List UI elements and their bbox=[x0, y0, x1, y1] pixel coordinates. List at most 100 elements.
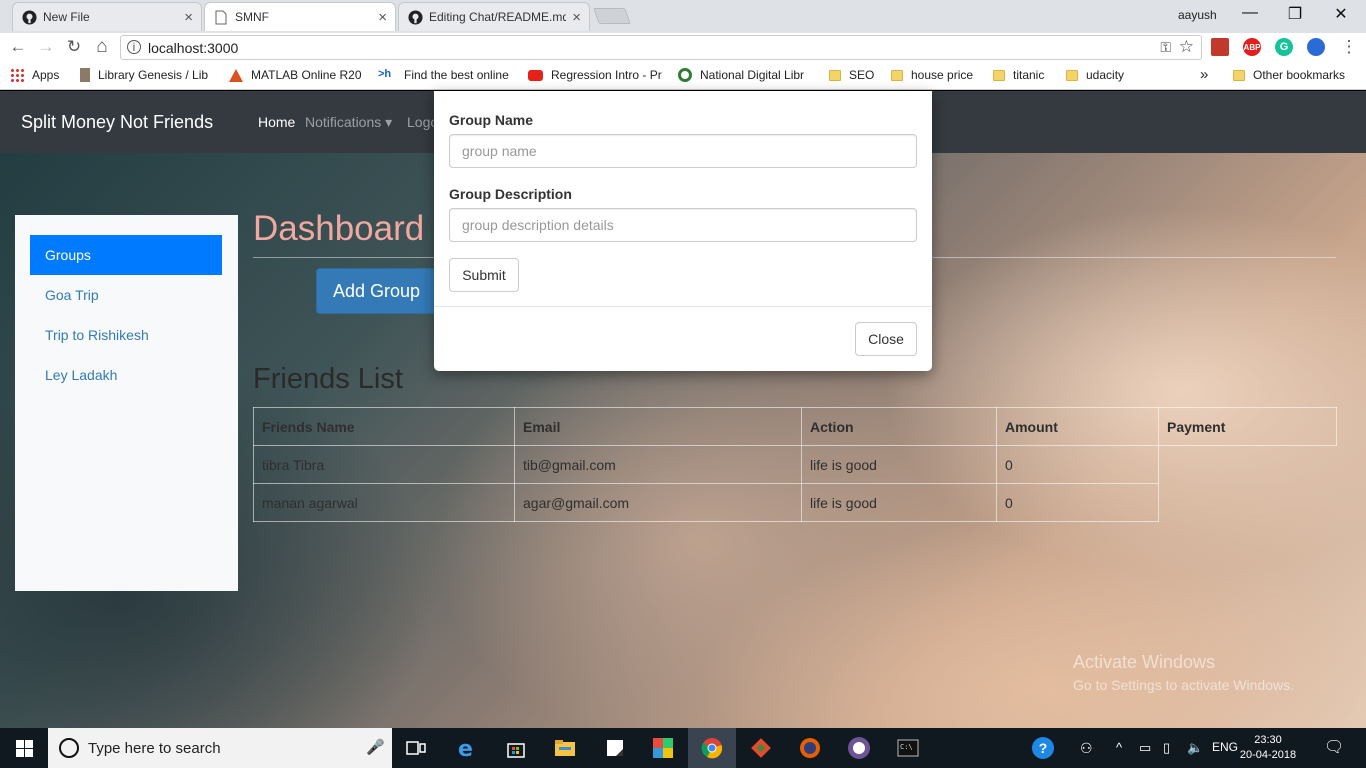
bookmarks-overflow-icon[interactable]: » bbox=[1200, 66, 1208, 83]
folder-icon bbox=[1233, 69, 1245, 81]
reload-icon[interactable]: ↻ bbox=[63, 38, 85, 56]
menu-icon[interactable]: ⋮ bbox=[1338, 38, 1360, 56]
cell-friend-name: manan agarwal bbox=[253, 483, 515, 522]
tab-editing-readme[interactable]: Editing Chat/README.md × bbox=[398, 2, 590, 31]
bookmark-label: titanic bbox=[1013, 68, 1045, 82]
sticky-notes-icon[interactable] bbox=[603, 736, 627, 760]
bookmark-national-digital-library[interactable]: National Digital Libr bbox=[678, 68, 804, 82]
activate-windows-subtitle: Go to Settings to activate Windows. bbox=[1073, 677, 1294, 693]
people-icon[interactable]: ⚇ bbox=[1080, 740, 1093, 757]
grammarly-icon[interactable]: G bbox=[1275, 38, 1293, 56]
microphone-icon[interactable]: 🎤 bbox=[366, 738, 385, 756]
folder-icon bbox=[993, 69, 1005, 81]
navbar-brand[interactable]: Split Money Not Friends bbox=[21, 112, 213, 133]
sidebar-item-groups[interactable]: Groups bbox=[30, 235, 222, 275]
bookmark-regression-intro[interactable]: Regression Intro - Pr bbox=[528, 68, 662, 82]
group-name-input[interactable] bbox=[449, 134, 917, 168]
close-tab-icon[interactable]: × bbox=[378, 9, 387, 26]
notifications-icon[interactable]: 🗨 bbox=[1324, 737, 1344, 757]
nav-notifications[interactable]: Notifications ▾ bbox=[305, 114, 392, 131]
restore-icon[interactable]: ❐ bbox=[1280, 4, 1310, 24]
group-description-label: Group Description bbox=[449, 186, 572, 202]
apps-icon bbox=[10, 68, 24, 82]
home-icon[interactable]: ⌂ bbox=[91, 37, 113, 56]
bookmarks-bar: Apps Library Genesis / Lib MATLAB Online… bbox=[0, 62, 1366, 90]
add-group-button[interactable]: Add Group bbox=[316, 268, 437, 314]
close-window-icon[interactable]: ✕ bbox=[1326, 4, 1356, 24]
cell-friend-name: tibra Tibra bbox=[253, 445, 515, 484]
bookmark-apps[interactable]: Apps bbox=[10, 68, 59, 82]
git-kraken-icon[interactable] bbox=[749, 736, 773, 760]
site-info-icon[interactable]: i bbox=[127, 40, 141, 54]
chrome-icon[interactable] bbox=[700, 736, 724, 760]
sidebar-item-trip-to-rishikesh[interactable]: Trip to Rishikesh bbox=[30, 315, 222, 355]
close-tab-icon[interactable]: × bbox=[572, 9, 581, 26]
bookmark-seo[interactable]: SEO bbox=[829, 68, 874, 82]
bookmark-find-best-online[interactable]: >h Find the best online bbox=[378, 68, 509, 82]
bookmark-library-genesis[interactable]: Library Genesis / Lib bbox=[80, 68, 208, 82]
bookmark-star-icon[interactable]: ☆ bbox=[1179, 37, 1194, 57]
bookmark-label: udacity bbox=[1086, 68, 1125, 82]
close-button[interactable]: Close bbox=[855, 322, 917, 356]
bookmark-house-price[interactable]: house price bbox=[891, 68, 973, 82]
task-view-icon[interactable] bbox=[404, 736, 428, 760]
language-indicator[interactable]: ENG bbox=[1212, 740, 1238, 754]
url-text[interactable]: localhost:3000 bbox=[148, 40, 238, 56]
bookmark-udacity[interactable]: udacity bbox=[1066, 68, 1124, 82]
clock[interactable]: 23:30 20-04-2018 bbox=[1238, 733, 1298, 763]
help-icon[interactable]: ? bbox=[1032, 737, 1054, 759]
taskbar-search[interactable]: Type here to search 🎤 bbox=[48, 728, 392, 768]
column-header-payment: Payment bbox=[1158, 407, 1337, 446]
cell-amount: 0 bbox=[996, 445, 1159, 484]
extension-book-icon[interactable] bbox=[1211, 38, 1229, 56]
volume-icon[interactable]: 🔈 bbox=[1187, 740, 1203, 756]
friends-list-title: Friends List bbox=[253, 363, 403, 395]
column-header-amount: Amount bbox=[996, 407, 1159, 446]
clock-time: 23:30 bbox=[1254, 734, 1282, 746]
browser-toolbar: ← → ↻ ⌂ i localhost:3000 ⚿ ☆ bbox=[0, 33, 1366, 62]
bookmark-titanic[interactable]: titanic bbox=[993, 68, 1044, 82]
back-icon[interactable]: ← bbox=[7, 38, 29, 56]
firefox-icon[interactable] bbox=[798, 736, 822, 760]
ndl-icon bbox=[678, 68, 692, 82]
group-description-input[interactable] bbox=[449, 208, 917, 242]
profile-name[interactable]: aayush bbox=[1178, 8, 1217, 22]
close-tab-icon[interactable]: × bbox=[184, 9, 193, 26]
adblock-icon[interactable]: ABP bbox=[1243, 38, 1261, 56]
cell-payment bbox=[1159, 484, 1337, 522]
show-hidden-icons-chevron-icon[interactable]: ^ bbox=[1116, 740, 1122, 755]
bookmark-label: SEO bbox=[849, 68, 875, 82]
table-header-row: Friends Name Email Action Amount Payment bbox=[253, 407, 1337, 446]
tab-smnf[interactable]: SMNF × bbox=[204, 2, 396, 31]
column-header-email: Email bbox=[514, 407, 802, 446]
minimize-icon[interactable]: — bbox=[1235, 4, 1265, 22]
bookmark-label: National Digital Libr bbox=[700, 68, 805, 82]
network-icon[interactable]: ▯ bbox=[1163, 740, 1170, 756]
store-icon[interactable] bbox=[504, 736, 528, 760]
bookmark-other-bookmarks[interactable]: Other bookmarks bbox=[1233, 68, 1345, 82]
start-button[interactable] bbox=[0, 728, 48, 768]
sidebar-item-goa-trip[interactable]: Goa Trip bbox=[30, 275, 222, 315]
battery-icon[interactable]: ▭ bbox=[1139, 740, 1151, 756]
svg-text:C:\: C:\ bbox=[900, 743, 913, 751]
sidebar-item-ley-ladakh[interactable]: Ley Ladakh bbox=[30, 355, 222, 395]
cell-email: tib@gmail.com bbox=[514, 445, 802, 484]
address-bar[interactable]: i localhost:3000 ⚿ ☆ bbox=[120, 35, 1202, 60]
bookmark-matlab[interactable]: MATLAB Online R20 bbox=[229, 68, 362, 82]
nav-home[interactable]: Home bbox=[258, 114, 295, 130]
cell-action: life is good bbox=[801, 483, 997, 522]
forward-icon[interactable]: → bbox=[35, 38, 57, 56]
terminal-app-icon[interactable]: C:\ bbox=[896, 736, 920, 760]
group-name-label: Group Name bbox=[449, 112, 534, 128]
tab-new-file[interactable]: New File × bbox=[12, 2, 202, 31]
bookmark-label: Library Genesis / Lib bbox=[98, 68, 209, 82]
edge-icon[interactable]: e bbox=[455, 736, 479, 760]
office-icon[interactable] bbox=[651, 736, 675, 760]
key-icon[interactable]: ⚿ bbox=[1160, 39, 1171, 56]
github-desktop-icon[interactable] bbox=[847, 736, 871, 760]
new-tab-button[interactable] bbox=[593, 8, 631, 24]
file-explorer-icon[interactable] bbox=[553, 736, 577, 760]
extension-globe-icon[interactable] bbox=[1307, 38, 1325, 56]
column-header-friends-name: Friends Name bbox=[253, 407, 515, 446]
submit-button[interactable]: Submit bbox=[449, 258, 519, 292]
